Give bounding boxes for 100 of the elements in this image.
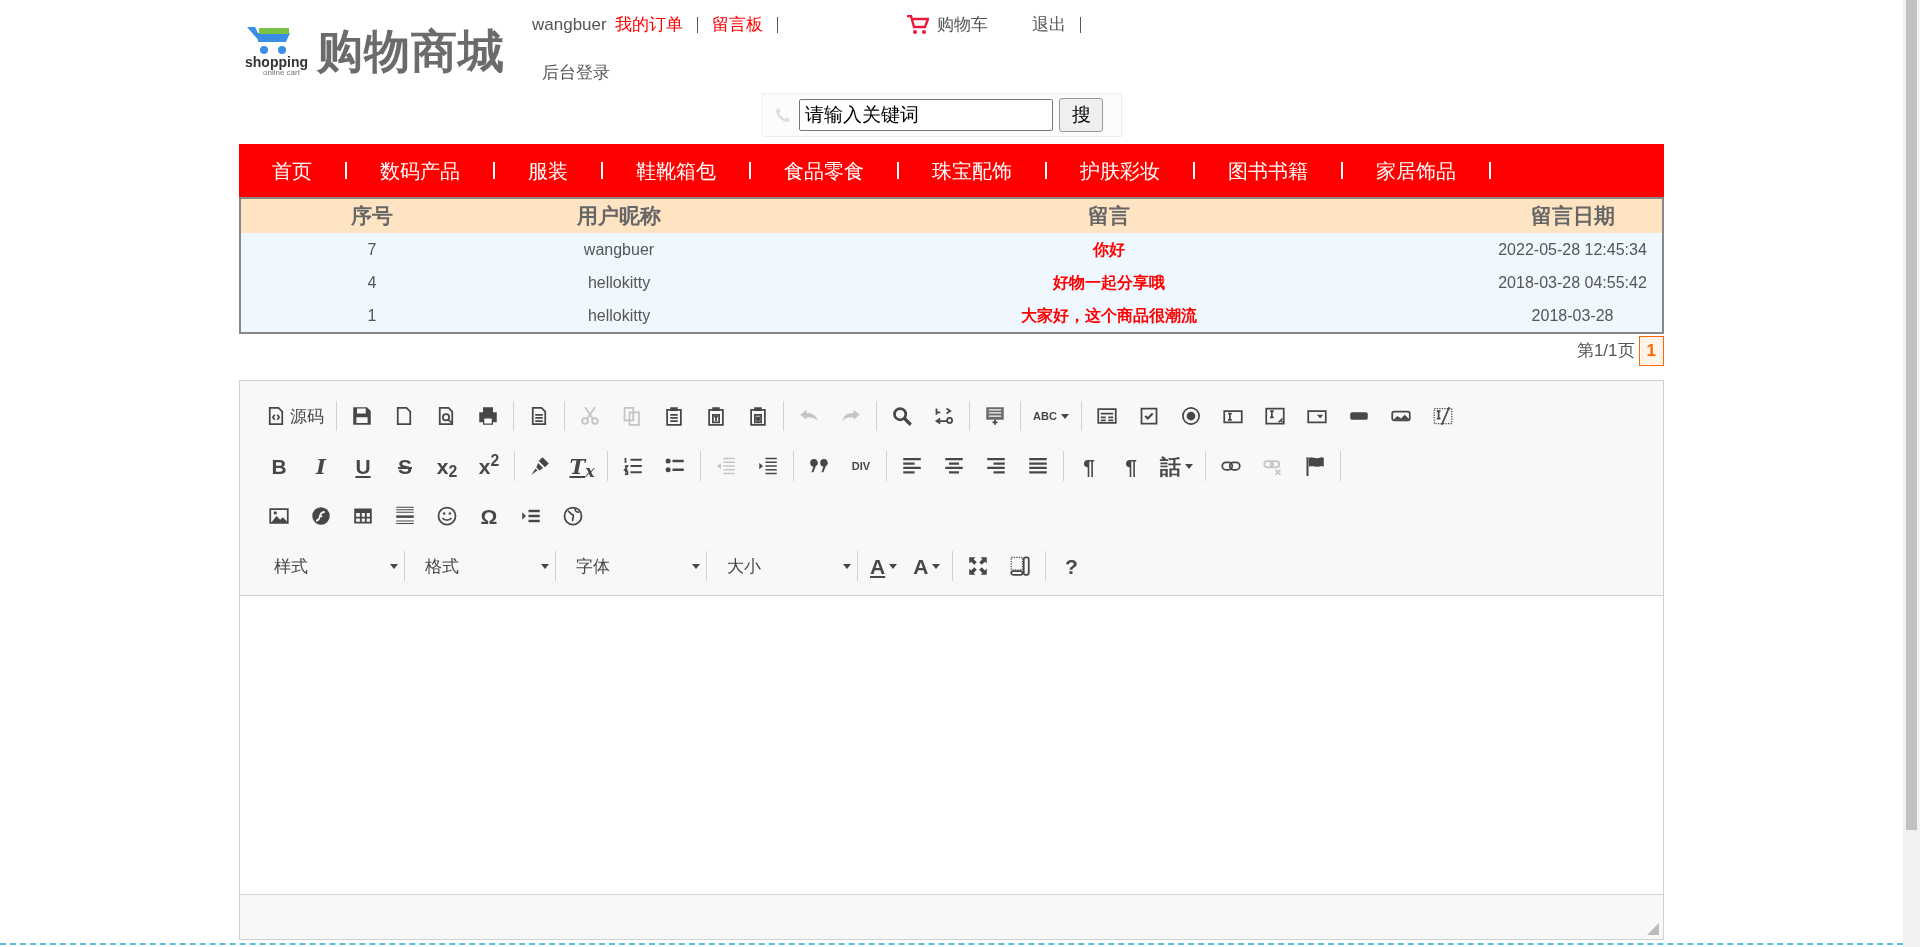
horizontal-lines-icon (395, 506, 415, 526)
format-dropdown[interactable]: 字体 (564, 549, 706, 583)
smiley-icon (437, 506, 457, 526)
message-cell: 大家好，这个商品很潮流 (735, 299, 1483, 332)
table-cell: wangbuer (503, 233, 735, 266)
cart-link[interactable]: 购物车 (906, 12, 988, 38)
paintbrush-icon (530, 456, 550, 476)
phone-icon (775, 107, 791, 123)
creatediv-button[interactable]: DIV (844, 449, 878, 483)
align-left-icon (902, 456, 922, 476)
nav-link[interactable]: 家居饰品 (1343, 155, 1456, 186)
justify-icon (1028, 456, 1048, 476)
search-field[interactable]: 请输入关键词 (799, 99, 1053, 131)
textcolor-button[interactable]: A (866, 549, 902, 583)
nav-link[interactable]: 食品零食 (751, 155, 864, 186)
code-file-icon (266, 406, 286, 426)
username: wangbuer (532, 14, 607, 36)
table-cell: 2018-03-28 (1483, 299, 1662, 332)
logo-tagline: shopping (245, 55, 309, 69)
indent-icon (758, 456, 778, 476)
about-button[interactable]: ? (1054, 549, 1089, 583)
italic-button[interactable]: I (304, 449, 338, 483)
image-icon (269, 506, 289, 526)
column-header: 用户昵称 (503, 199, 735, 233)
checkbox-icon (1138, 406, 1159, 426)
select-all-icon (985, 406, 1005, 426)
printer-icon (478, 406, 498, 426)
scrollbar[interactable] (1903, 0, 1920, 947)
language-button[interactable]: 話 (1156, 449, 1197, 483)
column-header: 留言 (735, 199, 1483, 233)
admin-login-link[interactable]: 后台登录 (542, 59, 610, 85)
radio-icon (1180, 406, 1201, 426)
form-icon (1096, 406, 1117, 426)
clipboard-word-icon (748, 406, 768, 426)
subscript-button[interactable]: x$_{2}$ (430, 449, 464, 483)
blank-page-icon (394, 406, 414, 426)
table-cell: 2018-03-28 04:55:42 (1483, 266, 1662, 299)
globe-icon (563, 506, 583, 526)
header-link[interactable]: 我的订单 (614, 12, 683, 38)
table-cell: hellokitty (503, 299, 735, 332)
table-cell: 1 (241, 299, 503, 332)
specialchar-button[interactable]: Ω (472, 499, 506, 533)
align-right-icon (986, 456, 1006, 476)
text-area-icon (1264, 406, 1285, 426)
search-button[interactable]: 搜 (1059, 98, 1103, 132)
source-button[interactable]: 源码 (262, 399, 328, 433)
message-cell: 好物一起分享哦 (735, 266, 1483, 299)
nav-link[interactable]: 珠宝配饰 (899, 155, 1012, 186)
spellcheck-button[interactable]: ABC (1029, 399, 1073, 433)
flash-icon (311, 506, 331, 526)
caret-icon (390, 563, 398, 569)
scissors-icon (580, 406, 600, 426)
table-cell: 4 (241, 266, 503, 299)
maximize-icon (968, 556, 989, 576)
cart-icon (906, 14, 929, 35)
table-cell: hellokitty (503, 266, 735, 299)
cart-label: 购物车 (936, 14, 988, 36)
table-cell: 7 (241, 233, 503, 266)
nav-link[interactable]: 数码产品 (347, 155, 460, 186)
bgcolor-button[interactable]: A (909, 549, 945, 583)
logo-title: 购物商城 (317, 28, 505, 74)
resize-handle-icon[interactable] (1647, 923, 1659, 935)
column-header: 留言日期 (1483, 199, 1662, 233)
removeformat-button[interactable]: T$_{x}$ (565, 449, 599, 483)
flag-icon (1305, 456, 1325, 476)
page-summary: 第1/1页 (1576, 340, 1635, 363)
search-icon (892, 406, 912, 426)
bold-button[interactable]: B (262, 449, 296, 483)
table-cell: 2022-05-28 12:45:34 (1483, 233, 1662, 266)
nav-link[interactable]: 护肤彩妆 (1047, 155, 1160, 186)
align-center-icon (944, 456, 964, 476)
message-cell: 你好 (735, 233, 1483, 266)
rtl-button[interactable]: ¶ (1114, 449, 1148, 483)
header-link[interactable]: 留言板 (711, 12, 763, 38)
outdent-icon (716, 456, 736, 476)
caret-icon (843, 563, 851, 569)
clipboard-icon (664, 406, 684, 426)
format-dropdown[interactable]: 样式 (262, 549, 404, 583)
strike-button[interactable]: S (388, 449, 422, 483)
format-dropdown[interactable]: 大小 (715, 549, 857, 583)
numbered-list-icon (623, 456, 643, 476)
caret-icon (541, 563, 549, 569)
page-magnifier-icon (436, 406, 456, 426)
show-blocks-icon (1010, 556, 1031, 576)
nav-link[interactable]: 服装 (495, 155, 568, 186)
logo-subtagline: online cart (263, 69, 300, 77)
format-dropdown[interactable]: 格式 (413, 549, 555, 583)
replace-icon (934, 406, 954, 426)
table-icon (353, 506, 373, 526)
cart-icon (245, 25, 293, 55)
nav-link[interactable]: 图书书籍 (1195, 155, 1308, 186)
clipboard-text-icon (706, 406, 726, 426)
logout-link[interactable]: 退出 (1031, 12, 1066, 38)
caret-icon (692, 563, 700, 569)
nav-link[interactable]: 鞋靴箱包 (603, 155, 716, 186)
column-header: 序号 (241, 199, 503, 233)
superscript-button[interactable]: x$^{2}$ (472, 449, 506, 483)
underline-button[interactable]: U (346, 449, 380, 483)
nav-link[interactable]: 首页 (239, 155, 312, 186)
ltr-button[interactable]: ¶ (1072, 449, 1106, 483)
